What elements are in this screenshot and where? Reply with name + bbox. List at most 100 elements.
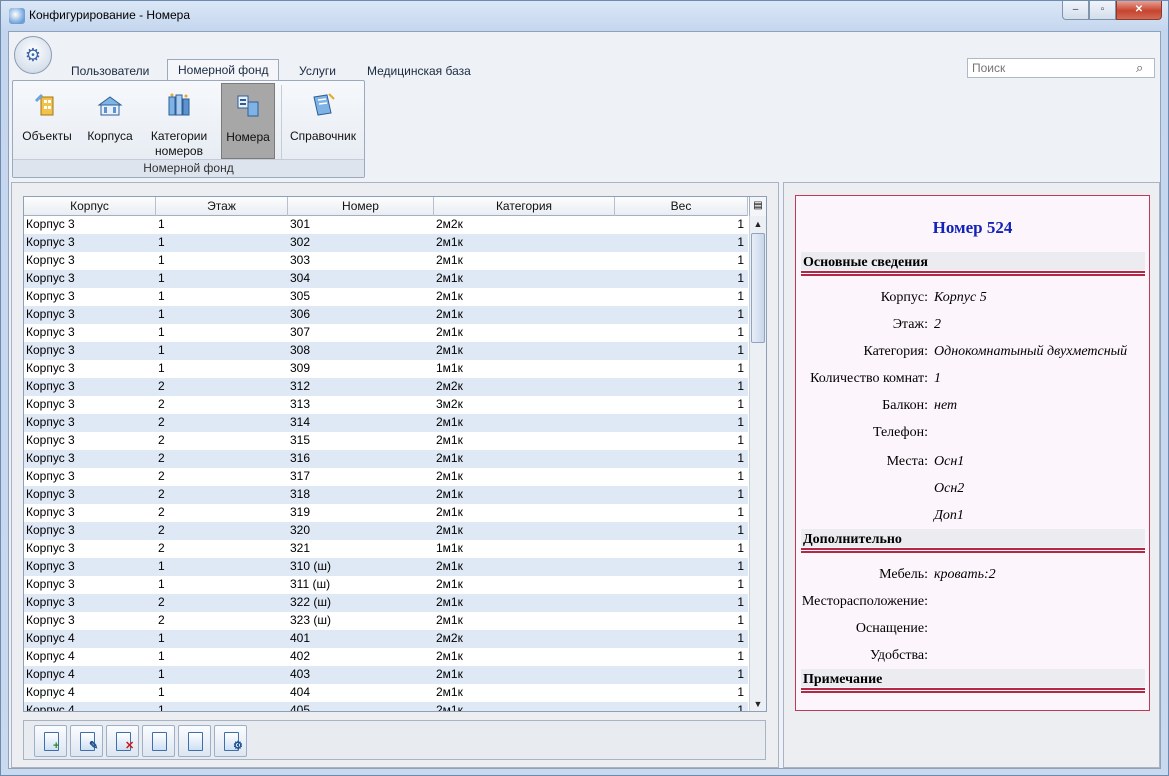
table-cell: 2м1к (436, 685, 463, 699)
column-header-building[interactable]: Корпус (24, 197, 156, 216)
table-cell: 2м1к (436, 505, 463, 519)
table-row[interactable]: Корпус 3 2 312 2м2к 1 (24, 378, 748, 396)
search-input[interactable] (967, 58, 1155, 78)
table-cell: 1 (737, 487, 744, 501)
table-row[interactable]: Корпус 3 2 314 2м1к 1 (24, 414, 748, 432)
add-record-button[interactable]: + (34, 725, 67, 757)
tab-room-fund[interactable]: Номерной фонд (167, 59, 280, 81)
table-cell: Корпус 4 (26, 667, 75, 681)
detail-field: Мебель: кровать:2 (796, 567, 1151, 585)
table-row[interactable]: Корпус 3 2 321 1м1к 1 (24, 540, 748, 558)
close-button[interactable]: ✕ (1116, 1, 1162, 20)
table-cell: Корпус 3 (26, 523, 75, 537)
tab-medical-base[interactable]: Медицинская база (357, 62, 481, 81)
buildings-icon (97, 96, 123, 116)
ribbon-button-rooms[interactable]: Номера (221, 83, 275, 159)
table-row[interactable]: Корпус 4 1 402 2м1к 1 (24, 648, 748, 666)
badge-glyph: + (53, 740, 60, 752)
table-cell: 403 (290, 667, 311, 681)
search-icon[interactable]: ⌕ (1136, 60, 1150, 75)
maximize-button[interactable]: ▫ (1089, 1, 1116, 20)
scroll-up-icon[interactable]: ▲ (750, 216, 766, 232)
table-cell: 2м1к (436, 649, 463, 663)
objects-icon (34, 93, 54, 116)
table-row[interactable]: Корпус 3 2 318 2м1к 1 (24, 486, 748, 504)
table-row[interactable]: Корпус 3 2 319 2м1к 1 (24, 504, 748, 522)
table-cell: 2 (158, 469, 165, 483)
tab-users[interactable]: Пользователи (61, 62, 159, 81)
table-row[interactable]: Корпус 4 1 401 2м2к 1 (24, 630, 748, 648)
ribbon-group-label: Номерной фонд (13, 159, 364, 177)
table-row[interactable]: Корпус 3 1 310 (ш) 2м1к 1 (24, 558, 748, 576)
table-row[interactable]: Корпус 3 2 317 2м1к 1 (24, 468, 748, 486)
delete-record-button[interactable]: ✕ (106, 725, 139, 757)
table-row[interactable]: Корпус 4 1 403 2м1к 1 (24, 666, 748, 684)
room-details-card: Номер 524 Основные сведения Корпус: Корпу… (795, 195, 1150, 711)
table-cell: Корпус 4 (26, 631, 75, 645)
table-settings-button[interactable]: ⚙ (214, 725, 247, 757)
table-row[interactable]: Корпус 3 1 304 2м1к 1 (24, 270, 748, 288)
ribbon-button-room-categories[interactable]: Категории номеров (144, 83, 214, 159)
table-row[interactable]: Корпус 3 1 301 2м2к 1 (24, 216, 748, 234)
copy-record-button[interactable] (142, 725, 175, 757)
table-cell: Корпус 4 (26, 649, 75, 663)
table-cell: 2 (158, 379, 165, 393)
ribbon-button-buildings[interactable]: Корпуса (83, 83, 137, 159)
ribbon-button-objects[interactable]: Объекты (16, 83, 78, 159)
detail-field: Количество комнат: 1 (796, 371, 1151, 389)
rooms-grid: Корпус Этаж Номер Категория Вес ▤ Корпус… (23, 196, 767, 712)
table-cell: 1 (158, 577, 165, 591)
table-row[interactable]: Корпус 3 1 305 2м1к 1 (24, 288, 748, 306)
table-cell: 2 (158, 541, 165, 555)
table-cell: 1 (737, 703, 744, 712)
app-window: Конфигурирование - Номера ‒ ▫ ✕ ⚙ Пользо… (0, 0, 1169, 776)
scrollbar-thumb[interactable] (751, 233, 765, 343)
column-header-number[interactable]: Номер (288, 197, 434, 216)
column-header-weight[interactable]: Вес (615, 197, 748, 216)
table-row[interactable]: Корпус 3 1 308 2м1к 1 (24, 342, 748, 360)
copy-multiple-button[interactable] (178, 725, 211, 757)
column-chooser-icon[interactable]: ▤ (749, 197, 766, 216)
table-row[interactable]: Корпус 3 1 311 (ш) 2м1к 1 (24, 576, 748, 594)
minimize-button[interactable]: ‒ (1062, 1, 1089, 20)
scroll-down-icon[interactable]: ▼ (750, 696, 766, 711)
table-cell: 2 (158, 523, 165, 537)
table-row[interactable]: Корпус 3 2 316 2м1к 1 (24, 450, 748, 468)
table-row[interactable]: Корпус 3 1 303 2м1к 1 (24, 252, 748, 270)
table-row[interactable]: Корпус 4 1 404 2м1к 1 (24, 684, 748, 702)
field-label: Количество комнат: (810, 371, 928, 386)
table-cell: 1 (737, 253, 744, 267)
column-header-floor[interactable]: Этаж (156, 197, 288, 216)
table-cell: 2м2к (436, 379, 463, 393)
grid-header: Корпус Этаж Номер Категория Вес (24, 197, 748, 216)
tab-services[interactable]: Услуги (289, 62, 346, 81)
ribbon-button-label: Номера (226, 130, 270, 144)
table-cell: Корпус 3 (26, 433, 75, 447)
column-header-category[interactable]: Категория (434, 197, 615, 216)
table-row[interactable]: Корпус 3 1 307 2м1к 1 (24, 324, 748, 342)
table-row[interactable]: Корпус 3 2 322 (ш) 2м1к 1 (24, 594, 748, 612)
table-row[interactable]: Корпус 3 2 320 2м1к 1 (24, 522, 748, 540)
table-cell: 1 (737, 343, 744, 357)
table-cell: 1 (737, 631, 744, 645)
table-cell: 1 (737, 415, 744, 429)
table-cell: 1 (737, 685, 744, 699)
table-cell: Корпус 3 (26, 415, 75, 429)
edit-record-button[interactable]: ✎ (70, 725, 103, 757)
detail-field: Телефон: (796, 425, 1151, 443)
table-row[interactable]: Корпус 3 2 315 2м1к 1 (24, 432, 748, 450)
table-row[interactable]: Корпус 3 1 302 2м1к 1 (24, 234, 748, 252)
section-title: Примечание (803, 672, 883, 687)
table-cell: Корпус 3 (26, 307, 75, 321)
table-row[interactable]: Корпус 3 2 313 3м2к 1 (24, 396, 748, 414)
table-row[interactable]: Корпус 3 2 323 (ш) 2м1к 1 (24, 612, 748, 630)
field-value: Осн2 (934, 481, 965, 496)
table-row[interactable]: Корпус 3 1 309 1м1к 1 (24, 360, 748, 378)
vertical-scrollbar[interactable]: ▲ ▼ (749, 216, 766, 711)
table-cell: 1 (158, 217, 165, 231)
table-row[interactable]: Корпус 3 1 306 2м1к 1 (24, 306, 748, 324)
table-cell: 2м1к (436, 451, 463, 465)
ribbon-button-reference[interactable]: Справочник (286, 83, 360, 159)
table-cell: 1 (737, 541, 744, 555)
table-row[interactable]: Корпус 4 1 405 2м1к 1 (24, 702, 748, 712)
